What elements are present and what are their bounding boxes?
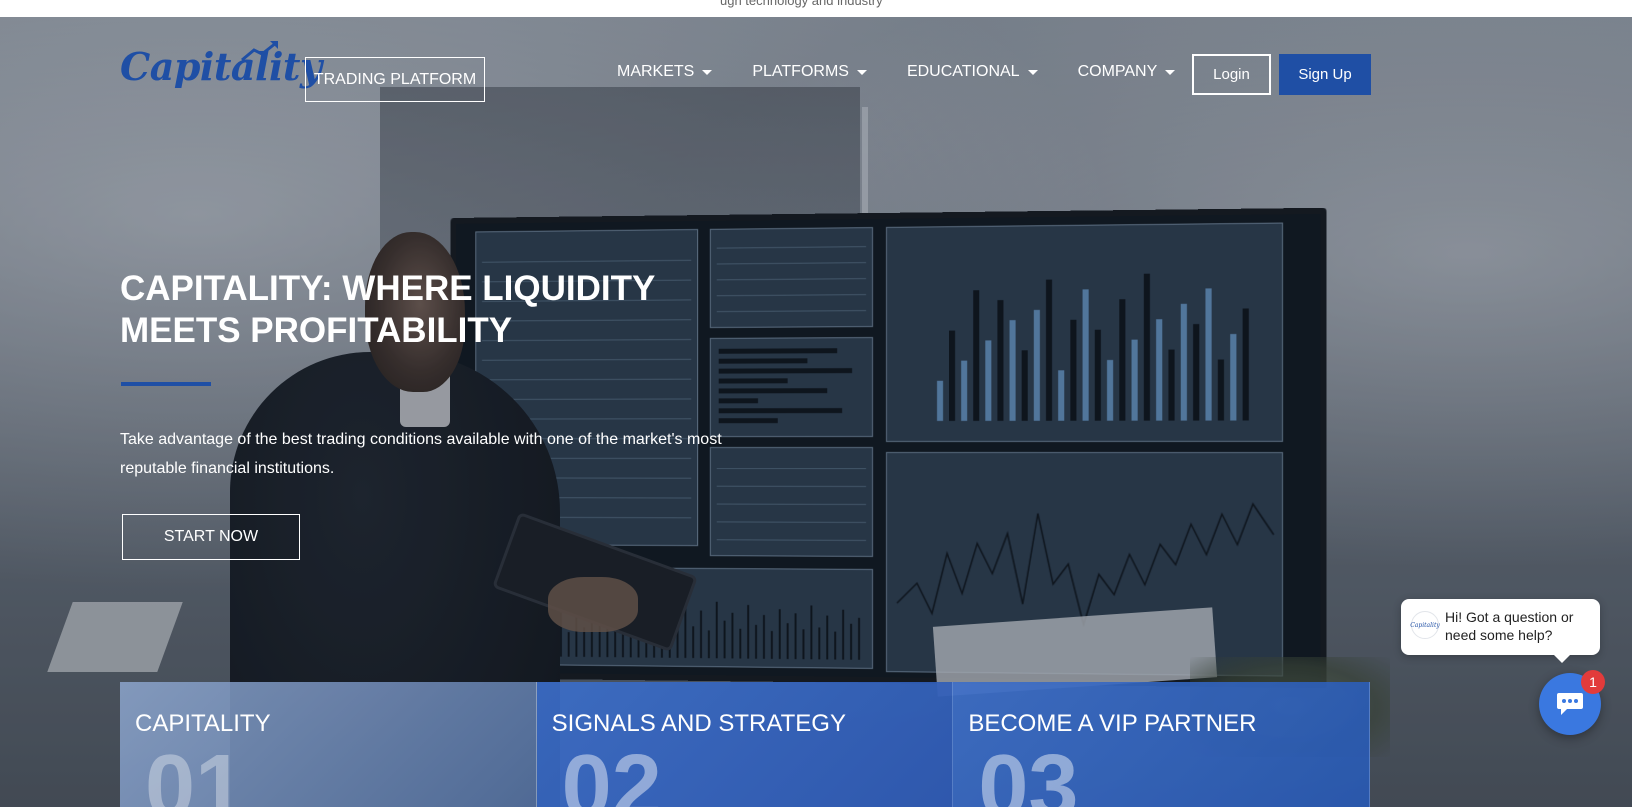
nav-item-label: PLATFORMS: [752, 63, 849, 80]
nav-item-markets[interactable]: MARKETS: [617, 63, 713, 81]
caret-down-icon: [1165, 69, 1176, 75]
nav-item-label: EDUCATIONAL: [906, 63, 1020, 80]
feature-card-signals[interactable]: SIGNALS AND STRATEGY 02: [536, 682, 954, 807]
chat-greeting-text: Hi! Got a question or need some help?: [1445, 609, 1574, 643]
card-title: BECOME A VIP PARTNER: [968, 710, 1257, 737]
chat-avatar: Capitality: [1410, 611, 1440, 639]
card-number: 03: [978, 737, 1079, 807]
feature-cards: CAPITALITY 01 SIGNALS AND STRATEGY 02 BE…: [120, 682, 1370, 807]
nav-item-company[interactable]: COMPANY: [1078, 63, 1176, 81]
caret-down-icon: [856, 69, 867, 75]
trading-platform-button[interactable]: TRADING PLATFORM: [305, 57, 485, 102]
logo-arrow-icon: [241, 41, 278, 62]
hero-title-line-1: CAPITALITY: WHERE LIQUIDITY: [120, 269, 656, 308]
card-number: 01: [145, 737, 246, 807]
hero-description-line-1: Take advantage of the best trading condi…: [120, 431, 722, 448]
feature-card-capitality[interactable]: CAPITALITY 01: [120, 682, 537, 807]
capitality-logo[interactable]: Capitality: [120, 41, 322, 99]
chat-bubble-icon: [1557, 693, 1583, 715]
hero-title: CAPITALITY: WHERE LIQUIDITY MEETS PROFIT…: [120, 268, 660, 352]
top-strip-text: ugh technology and industry: [720, 0, 883, 8]
signup-button[interactable]: Sign Up: [1279, 54, 1371, 95]
caret-down-icon: [1027, 69, 1038, 75]
start-now-button[interactable]: START NOW: [122, 514, 300, 560]
card-title: CAPITALITY: [135, 710, 271, 737]
card-title: SIGNALS AND STRATEGY: [551, 710, 846, 737]
top-strip: ugh technology and industry: [0, 0, 1632, 17]
hero-title-line-2: MEETS PROFITABILITY: [120, 311, 513, 350]
login-button[interactable]: Login: [1192, 54, 1271, 95]
card-number: 02: [561, 737, 662, 807]
caret-down-icon: [702, 69, 713, 75]
hero-description: Take advantage of the best trading condi…: [120, 425, 740, 483]
nav-item-label: MARKETS: [617, 63, 695, 80]
chat-greeting-bubble[interactable]: Capitality Hi! Got a question or need so…: [1401, 599, 1600, 663]
nav-item-platforms[interactable]: PLATFORMS: [752, 63, 867, 81]
navbar: Capitality TRADING PLATFORM MARKETS PLAT…: [0, 17, 1632, 102]
feature-card-vip-partner[interactable]: BECOME A VIP PARTNER 03: [953, 682, 1370, 807]
chat-notification-badge: 1: [1581, 670, 1605, 694]
hero-divider: [121, 382, 211, 386]
nav-item-educational[interactable]: EDUCATIONAL: [907, 63, 1038, 81]
logo-text: Capitality: [120, 44, 322, 89]
hero-description-line-2: reputable financial institutions.: [120, 460, 335, 477]
main-nav-menu: MARKETS PLATFORMS EDUCATIONAL COMPANY: [617, 63, 1215, 81]
nav-item-label: COMPANY: [1077, 63, 1158, 80]
